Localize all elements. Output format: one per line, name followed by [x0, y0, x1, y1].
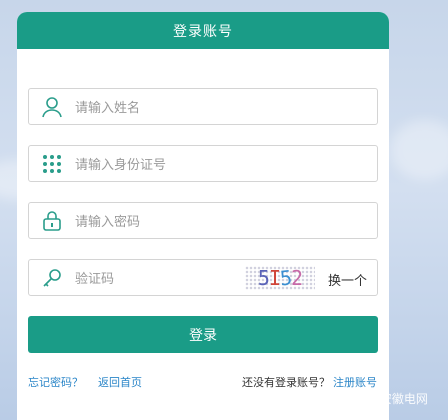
- id-placeholder: 请输入身份证号: [75, 158, 167, 173]
- card-header: 登录账号: [17, 12, 389, 49]
- captcha-field[interactable]: 验证码 5I52 换一个: [28, 259, 378, 296]
- key-icon: [29, 260, 75, 295]
- password-field[interactable]: 请输入密码: [28, 202, 378, 239]
- keypad-icon: [29, 146, 75, 181]
- id-number-field[interactable]: 请输入身份证号: [28, 145, 378, 182]
- cloud: [390, 120, 448, 180]
- page-title: 登录账号: [173, 23, 233, 40]
- captcha-char: 5: [257, 266, 270, 290]
- back-home-link[interactable]: 返回首页: [98, 374, 142, 390]
- no-account-text: 还没有登录账号？: [242, 376, 330, 389]
- captcha-placeholder: 验证码: [75, 272, 115, 287]
- password-placeholder: 请输入密码: [75, 215, 141, 230]
- forgot-password-link[interactable]: 忘记密码？: [28, 374, 83, 390]
- user-icon: [29, 89, 75, 124]
- watermark: 知乎 @宏湃安徽电网: [316, 392, 428, 406]
- captcha-char: 5: [278, 265, 293, 291]
- name-field[interactable]: 请输入姓名: [28, 88, 378, 125]
- login-card: 登录账号 请输入姓名 请输入身份证号 请输入密码 验证码 5I52 换一个 登录…: [17, 12, 389, 420]
- lock-icon: [29, 203, 75, 238]
- captcha-image[interactable]: 5I52: [245, 265, 315, 291]
- name-placeholder: 请输入姓名: [75, 101, 141, 116]
- captcha-char: 2: [291, 266, 303, 290]
- login-button[interactable]: 登录: [28, 316, 378, 353]
- refresh-captcha-link[interactable]: 换一个: [328, 270, 367, 289]
- register-link[interactable]: 注册账号: [333, 374, 377, 390]
- login-button-label: 登录: [189, 327, 217, 344]
